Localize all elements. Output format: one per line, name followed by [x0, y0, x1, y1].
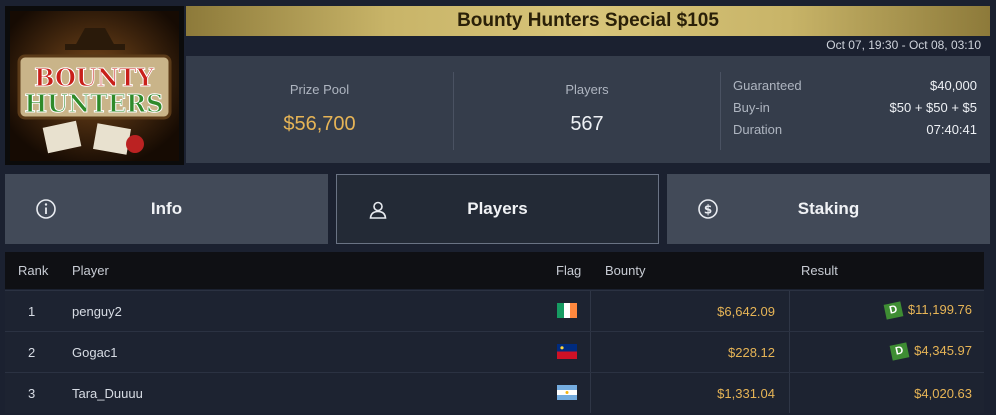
user-icon [369, 201, 387, 219]
column-flag-header[interactable]: Flag [556, 263, 581, 278]
svg-text:BOUNTY: BOUNTY [34, 63, 154, 92]
column-player-header[interactable]: Player [72, 263, 109, 278]
guaranteed-value: $40,000 [930, 78, 977, 93]
player-name[interactable]: Gogac1 [72, 345, 118, 360]
players-table-header: Rank Player Flag Bounty Result [5, 252, 984, 289]
rank-cell: 3 [28, 386, 36, 401]
result-cell: D $11,199.76 [883, 301, 972, 320]
player-name[interactable]: penguy2 [72, 304, 122, 319]
tab-players-label: Players [467, 199, 528, 218]
info-icon [36, 199, 56, 219]
prize-pool-value: $56,700 [283, 113, 356, 135]
ireland-flag-icon [557, 303, 577, 318]
guaranteed-label: Guaranteed [733, 78, 802, 93]
tournament-dates: Oct 07, 19:30 - Oct 08, 03:10 [826, 38, 981, 52]
d-badge-icon: D [883, 301, 904, 320]
tournament-title-banner: Bounty Hunters Special $105 [186, 6, 990, 36]
player-name[interactable]: Tara_Duuuu [72, 386, 143, 401]
divider [720, 72, 721, 150]
bounty-cell: $228.12 [728, 345, 775, 360]
table-row[interactable]: 2 Gogac1 $228.12 D $4,345.97 [5, 331, 984, 372]
result-value: $11,199.76 [907, 302, 972, 317]
liechtenstein-flag-icon [557, 344, 577, 359]
prize-pool-stat: Prize Pool $56,700 [186, 56, 453, 163]
divider [789, 291, 790, 331]
tournament-title: Bounty Hunters Special $105 [457, 10, 719, 31]
dollar-circle-icon: $ [698, 199, 718, 219]
divider [789, 373, 790, 413]
duration-label: Duration [733, 122, 783, 137]
d-badge-icon: D [889, 342, 910, 361]
result-value: $4,020.63 [914, 386, 972, 401]
argentina-flag-icon [557, 385, 577, 400]
duration-row: Duration 07:40:41 [733, 122, 977, 137]
prize-pool-label: Prize Pool [289, 82, 350, 97]
tab-info-label: Info [150, 199, 183, 218]
stats-panel: Prize Pool $56,700 Players 567 Guarantee… [186, 56, 990, 163]
column-result-header[interactable]: Result [801, 263, 838, 278]
tournament-logo: BOUNTY HUNTERS [5, 6, 184, 165]
result-value: $4,345.97 [914, 343, 972, 358]
divider [590, 373, 591, 413]
players-value: 567 [570, 113, 604, 135]
buyin-value: $50 + $50 + $5 [889, 100, 977, 115]
bounty-hunters-logo-image: BOUNTY HUNTERS [10, 11, 179, 161]
buyin-row: Buy-in $50 + $50 + $5 [733, 100, 977, 115]
divider [789, 332, 790, 372]
result-cell: D $4,345.97 [889, 342, 972, 361]
column-bounty-header[interactable]: Bounty [605, 263, 645, 278]
buyin-label: Buy-in [733, 100, 770, 115]
tab-staking[interactable]: $ Staking [667, 174, 990, 244]
players-label: Players [565, 82, 609, 97]
tab-info[interactable]: Info [5, 174, 328, 244]
table-row[interactable]: 1 penguy2 $6,642.09 D $11,199.76 [5, 290, 984, 331]
divider [590, 332, 591, 372]
tab-players[interactable]: Players [336, 174, 659, 244]
guaranteed-row: Guaranteed $40,000 [733, 78, 977, 93]
rank-cell: 2 [28, 345, 36, 360]
players-stat: Players 567 [454, 56, 720, 163]
svg-text:$: $ [704, 203, 712, 217]
table-row[interactable]: 3 Tara_Duuuu $1,331.04 $4,020.63 [5, 372, 984, 413]
rank-cell: 1 [28, 304, 36, 319]
column-rank-header[interactable]: Rank [18, 263, 48, 278]
divider [590, 291, 591, 331]
duration-value: 07:40:41 [926, 122, 977, 137]
svg-text:HUNTERS: HUNTERS [25, 89, 164, 118]
tab-staking-label: Staking [797, 199, 860, 218]
bounty-cell: $1,331.04 [717, 386, 775, 401]
bounty-cell: $6,642.09 [717, 304, 775, 319]
